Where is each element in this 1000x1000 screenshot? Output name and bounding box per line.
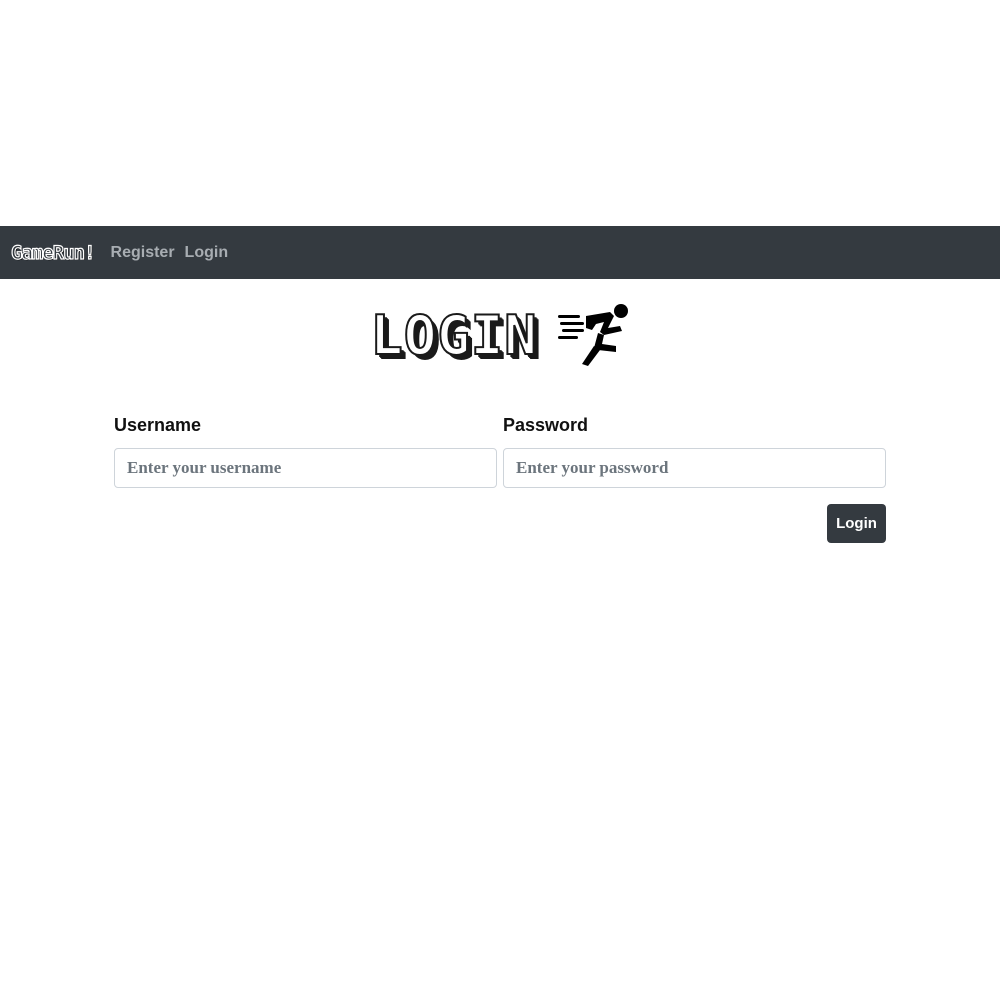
username-group: Username — [114, 414, 497, 488]
password-group: Password — [503, 414, 886, 488]
nav-link-register[interactable]: Register — [111, 244, 175, 262]
password-input[interactable] — [503, 448, 886, 488]
login-button[interactable]: Login — [827, 504, 886, 543]
brand-logo[interactable]: GameRun! — [10, 241, 96, 264]
running-man-icon — [557, 304, 628, 366]
navbar: GameRun! Register Login — [0, 226, 1000, 279]
login-page: GameRun! Register Login LOGIN Username P… — [0, 0, 1000, 1000]
password-label: Password — [503, 415, 589, 435]
page-heading: LOGIN — [0, 302, 1000, 370]
nav-link-login[interactable]: Login — [185, 244, 229, 262]
page-title: LOGIN — [369, 303, 538, 368]
login-form: Username Password — [114, 414, 886, 488]
username-input[interactable] — [114, 448, 497, 488]
username-label: Username — [114, 415, 202, 435]
